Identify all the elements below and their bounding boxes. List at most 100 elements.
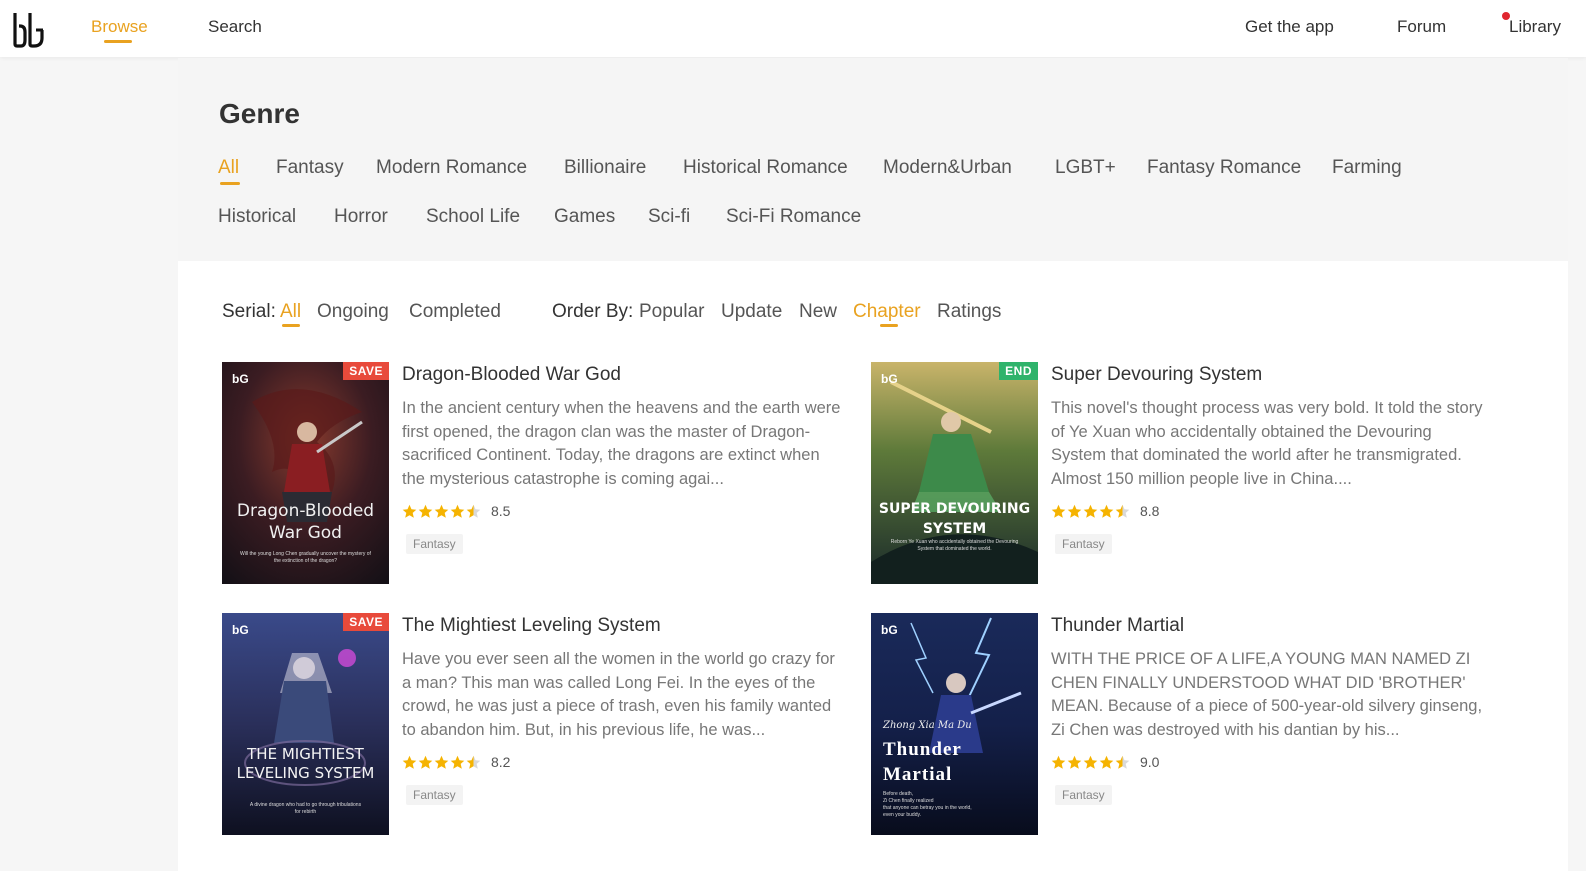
nav-get-app-link[interactable]: Get the app xyxy=(1245,17,1334,37)
star-icon xyxy=(450,504,465,518)
cover-title-line: LEVELING SYSTEM xyxy=(236,764,375,782)
cover-tagline-line: for rebirth xyxy=(294,809,317,815)
star-icon xyxy=(1099,504,1114,518)
cover-tagline-line: the extinction of the dragon? xyxy=(273,558,338,564)
rating-score: 8.8 xyxy=(1140,503,1160,519)
serial-selected-underline xyxy=(282,324,300,327)
book-title[interactable]: Dragon-Blooded War God xyxy=(402,364,621,386)
genre-lgbt[interactable]: LGBT+ xyxy=(1055,157,1116,179)
book-genre-tag[interactable]: Fantasy xyxy=(1055,534,1112,554)
genre-fantasy-romance[interactable]: Fantasy Romance xyxy=(1147,157,1301,179)
star-rating xyxy=(402,504,481,519)
book-genre-tag[interactable]: Fantasy xyxy=(1055,785,1112,805)
end-badge: END xyxy=(999,362,1038,380)
genre-panel: Genre All Fantasy Modern Romance Billion… xyxy=(178,58,1568,261)
cover-tagline-line: that anyone can betray you in the world, xyxy=(883,805,972,811)
cover-title-line: Dragon-Blooded xyxy=(236,501,375,521)
cover-tagline-line: System that dominated the world. xyxy=(917,546,992,552)
star-icon xyxy=(434,755,449,769)
book-card[interactable]: bG THE MIGHTIEST LEVELING SYSTEM A divin… xyxy=(222,613,842,835)
star-rating xyxy=(1051,755,1130,770)
genre-farming[interactable]: Farming xyxy=(1332,157,1402,179)
cover-title-line: SYSTEM xyxy=(922,521,987,537)
cover-tagline-line: Zi Chen finally realized xyxy=(883,798,934,804)
cover-title-line: THE MIGHTIEST xyxy=(247,745,364,763)
cover-title-line: SUPER DEVOURING xyxy=(878,501,1031,517)
order-selected-underline xyxy=(880,324,898,327)
genre-horror[interactable]: Horror xyxy=(334,206,388,228)
book-card[interactable]: bG Dragon-Blooded War God Will the young… xyxy=(222,362,842,584)
book-description: In the ancient century when the heavens … xyxy=(402,399,841,489)
book-rating: 8.2 xyxy=(402,753,510,771)
star-icon xyxy=(1083,504,1098,518)
serial-label: Serial: xyxy=(222,301,276,322)
genre-billionaire[interactable]: Billionaire xyxy=(564,157,646,179)
book-title[interactable]: Super Devouring System xyxy=(1051,364,1262,386)
nav-library-link[interactable]: Library xyxy=(1509,17,1561,37)
star-icon xyxy=(418,504,433,518)
book-list-section: Serial: All Ongoing Completed Order By: … xyxy=(178,261,1568,871)
nav-active-underline xyxy=(104,40,132,43)
genre-modern-romance[interactable]: Modern Romance xyxy=(376,157,527,179)
order-chapter[interactable]: Chapter xyxy=(853,301,921,323)
book-cover[interactable]: bG THE MIGHTIEST LEVELING SYSTEM A divin… xyxy=(222,613,389,835)
star-icon xyxy=(1083,755,1098,769)
book-cover[interactable]: bG Zhong Xia Ma Du Thunder Martial Befor… xyxy=(871,613,1038,835)
order-by-label: Order By: xyxy=(552,301,634,322)
order-update[interactable]: Update xyxy=(721,301,782,323)
webnovel-logo-icon[interactable] xyxy=(12,10,46,48)
save-badge: SAVE xyxy=(343,362,389,380)
book-description: WITH THE PRICE OF A LIFE,A YOUNG MAN NAM… xyxy=(1051,650,1483,740)
genre-historical[interactable]: Historical xyxy=(218,206,296,228)
nav-browse-link[interactable]: Browse xyxy=(91,17,148,37)
book-card[interactable]: bG Zhong Xia Ma Du Thunder Martial Befor… xyxy=(871,613,1491,835)
book-genre-tag[interactable]: Fantasy xyxy=(406,785,463,805)
genre-sci-fi-romance[interactable]: Sci-Fi Romance xyxy=(726,206,861,228)
nav-search-link[interactable]: Search xyxy=(208,17,262,37)
serial-ongoing[interactable]: Ongoing xyxy=(317,301,389,323)
star-icon xyxy=(402,504,417,518)
order-popular[interactable]: Popular xyxy=(639,301,705,323)
rating-score: 8.5 xyxy=(491,503,511,519)
genre-heading: Genre xyxy=(219,98,300,129)
star-icon xyxy=(1051,755,1066,769)
book-title[interactable]: Thunder Martial xyxy=(1051,615,1184,637)
book-rating: 8.5 xyxy=(402,502,510,520)
serial-all[interactable]: All xyxy=(280,301,301,323)
book-description: Have you ever seen all the women in the … xyxy=(402,650,835,740)
star-rating xyxy=(402,755,481,770)
book-cover[interactable]: bG Dragon-Blooded War God Will the young… xyxy=(222,362,389,584)
genre-school-life[interactable]: School Life xyxy=(426,206,520,228)
cover-tagline-line: Reborn Ye Xuan who accidentally obtained… xyxy=(890,539,1019,545)
top-navigation-bar: Browse Search Get the app Forum Library xyxy=(0,0,1586,57)
save-badge: SAVE xyxy=(343,613,389,631)
book-card[interactable]: bG SUPER DEVOURING SYSTEM Reborn Ye Xuan… xyxy=(871,362,1491,584)
genre-historical-romance[interactable]: Historical Romance xyxy=(683,157,848,179)
order-new[interactable]: New xyxy=(799,301,837,323)
genre-sci-fi[interactable]: Sci-fi xyxy=(648,206,690,228)
cover-logo-text: bG xyxy=(232,623,249,637)
star-icon xyxy=(1099,755,1114,769)
genre-all[interactable]: All xyxy=(218,157,239,179)
nav-forum-link[interactable]: Forum xyxy=(1397,17,1446,37)
order-ratings[interactable]: Ratings xyxy=(937,301,1001,323)
star-icon xyxy=(418,755,433,769)
genre-games[interactable]: Games xyxy=(554,206,615,228)
cover-author: Zhong Xia Ma Du xyxy=(883,720,972,731)
cover-logo-text: bG xyxy=(881,372,898,386)
genre-modern-urban[interactable]: Modern&Urban xyxy=(883,157,1012,179)
book-description: This novel's thought process was very bo… xyxy=(1051,399,1483,489)
star-icon xyxy=(402,755,417,769)
book-title[interactable]: The Mightiest Leveling System xyxy=(402,615,661,637)
genre-fantasy[interactable]: Fantasy xyxy=(276,157,344,179)
half-star-icon xyxy=(1115,504,1130,518)
star-icon xyxy=(1067,755,1082,769)
cover-tagline-line: Before death, xyxy=(883,791,914,797)
star-icon xyxy=(434,504,449,518)
book-cover[interactable]: bG SUPER DEVOURING SYSTEM Reborn Ye Xuan… xyxy=(871,362,1038,584)
cover-logo-text: bG xyxy=(232,372,249,386)
book-genre-tag[interactable]: Fantasy xyxy=(406,534,463,554)
rating-score: 8.2 xyxy=(491,754,511,770)
serial-completed[interactable]: Completed xyxy=(409,301,501,323)
rating-score: 9.0 xyxy=(1140,754,1160,770)
